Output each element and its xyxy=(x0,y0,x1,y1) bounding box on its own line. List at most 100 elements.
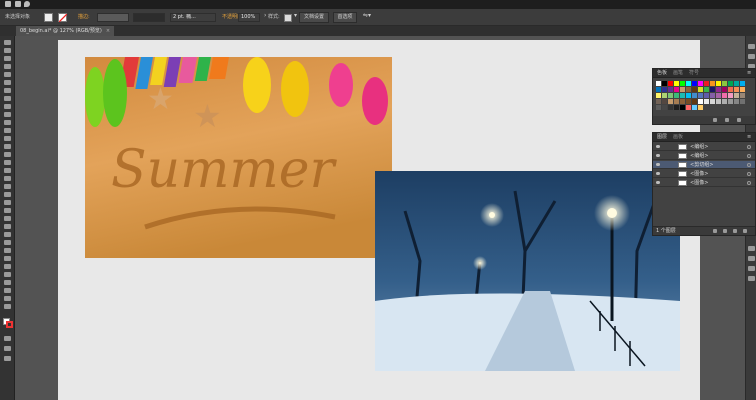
swatch-cell[interactable] xyxy=(710,87,715,92)
swatch-cell[interactable] xyxy=(692,93,697,98)
swatch-cell[interactable] xyxy=(716,93,721,98)
mesh-tool-icon[interactable] xyxy=(4,184,11,189)
swatch-cell[interactable] xyxy=(662,81,667,86)
direct-selection-tool-icon[interactable] xyxy=(4,48,11,53)
swatch-cell[interactable] xyxy=(674,99,679,104)
appearance-panel-icon[interactable] xyxy=(748,246,755,251)
layer-row[interactable]: <编组> xyxy=(653,152,755,160)
swatch-cell[interactable] xyxy=(656,93,661,98)
screen-mode-icon[interactable] xyxy=(4,356,11,361)
panel-menu-icon[interactable]: ≡ xyxy=(747,70,751,77)
preferences-button[interactable]: 首选项 xyxy=(333,12,357,23)
rotate-tool-icon[interactable] xyxy=(4,136,11,141)
eyedropper-tool-icon[interactable] xyxy=(4,200,11,205)
swatch-cell[interactable] xyxy=(680,105,685,110)
panel-menu-icon[interactable]: ≡ xyxy=(747,134,751,141)
swatch-cell[interactable] xyxy=(668,105,673,110)
swatch-cell[interactable] xyxy=(692,81,697,86)
tab-brushes[interactable]: 画笔 xyxy=(673,70,683,77)
swatch-cell[interactable] xyxy=(740,81,745,86)
visibility-eye-icon[interactable] xyxy=(656,154,660,157)
swatch-cell[interactable] xyxy=(680,87,685,92)
hand-tool-icon[interactable] xyxy=(4,248,11,253)
free-transform-tool-icon[interactable] xyxy=(4,160,11,165)
new-swatch-icon[interactable] xyxy=(725,118,729,122)
swatch-cell[interactable] xyxy=(662,105,667,110)
fill-swatch[interactable] xyxy=(44,13,53,22)
swatch-cell[interactable] xyxy=(704,81,709,86)
tab-layers[interactable]: 图层 xyxy=(657,134,667,141)
target-circle-icon[interactable] xyxy=(747,163,751,167)
selection-tool-icon[interactable] xyxy=(4,40,11,45)
swatch-cell[interactable] xyxy=(656,99,661,104)
draw-mode-icon[interactable] xyxy=(4,346,11,351)
swatch-cell[interactable] xyxy=(710,99,715,104)
tab-swatches[interactable]: 色板 xyxy=(657,70,667,77)
swatch-cell[interactable] xyxy=(716,99,721,104)
swatch-cell[interactable] xyxy=(656,87,661,92)
paintbrush-tool-icon[interactable] xyxy=(4,112,11,117)
twirl-tool-icon[interactable] xyxy=(4,304,11,309)
swatch-cell[interactable] xyxy=(656,81,661,86)
shape-builder-tool-icon[interactable] xyxy=(4,168,11,173)
chevron-down-icon[interactable]: ▾ xyxy=(294,12,297,20)
swatch-cell[interactable] xyxy=(668,81,673,86)
opacity-field[interactable]: 100% xyxy=(238,13,260,22)
artboard-tool-icon[interactable] xyxy=(4,232,11,237)
swatch-cell[interactable] xyxy=(728,81,733,86)
swatch-cell[interactable] xyxy=(692,99,697,104)
pencil-tool-icon[interactable] xyxy=(4,120,11,125)
swatch-cell[interactable] xyxy=(686,81,691,86)
target-circle-icon[interactable] xyxy=(747,145,751,149)
swatch-cell[interactable] xyxy=(734,99,739,104)
scissors-tool-icon[interactable] xyxy=(4,280,11,285)
slice-tool-icon[interactable] xyxy=(4,240,11,245)
swatch-cell[interactable] xyxy=(674,93,679,98)
target-circle-icon[interactable] xyxy=(747,172,751,176)
align-panel-icon[interactable] xyxy=(748,266,755,271)
pen-tool-icon[interactable] xyxy=(4,72,11,77)
target-circle-icon[interactable] xyxy=(747,154,751,158)
tab-symbols[interactable]: 符号 xyxy=(689,70,699,77)
swatch-cell[interactable] xyxy=(740,99,745,104)
transform-panel-icon[interactable] xyxy=(748,276,755,281)
line-tool-icon[interactable] xyxy=(4,96,11,101)
swatch-cell[interactable] xyxy=(692,87,697,92)
swatch-cell[interactable] xyxy=(722,81,727,86)
swatch-cell[interactable] xyxy=(674,81,679,86)
lasso-tool-icon[interactable] xyxy=(4,64,11,69)
stroke-weight-field[interactable] xyxy=(97,13,129,22)
arrange-icon[interactable]: ⇋▾ xyxy=(363,12,371,20)
visibility-eye-icon[interactable] xyxy=(656,172,660,175)
swatch-cell[interactable] xyxy=(734,93,739,98)
swatch-cell[interactable] xyxy=(728,99,733,104)
swatch-cell[interactable] xyxy=(698,87,703,92)
variable-width-field[interactable] xyxy=(133,13,165,22)
swatch-cell[interactable] xyxy=(680,93,685,98)
swatch-cell[interactable] xyxy=(674,87,679,92)
location-pin-icon[interactable] xyxy=(24,1,30,7)
swatch-cell[interactable] xyxy=(710,93,715,98)
swatch-cell[interactable] xyxy=(668,87,673,92)
swatch-cell[interactable] xyxy=(716,87,721,92)
swatch-cell[interactable] xyxy=(662,93,667,98)
document-setup-button[interactable]: 文档设置 xyxy=(299,12,329,23)
blend-tool-icon[interactable] xyxy=(4,208,11,213)
warp-tool-icon[interactable] xyxy=(4,296,11,301)
swatch-cell[interactable] xyxy=(722,99,727,104)
layer-row[interactable]: <编组> xyxy=(653,143,755,151)
eraser-tool-icon[interactable] xyxy=(4,128,11,133)
swatch-cell[interactable] xyxy=(716,81,721,86)
swatch-cell[interactable] xyxy=(686,105,691,110)
swatch-cell[interactable] xyxy=(734,81,739,86)
swatch-cell[interactable] xyxy=(740,87,745,92)
width-tool-icon[interactable] xyxy=(4,152,11,157)
document-tab[interactable]: 08_begin.ai* @ 127% (RGB/预览) × xyxy=(16,26,115,36)
scale-tool-icon[interactable] xyxy=(4,144,11,149)
swatch-cell[interactable] xyxy=(728,87,733,92)
swatch-cell[interactable] xyxy=(698,99,703,104)
folder-icon[interactable] xyxy=(5,1,11,7)
close-icon[interactable]: × xyxy=(106,28,110,34)
brush-definition-field[interactable]: 2 pt. 椭... xyxy=(170,13,216,22)
visibility-eye-icon[interactable] xyxy=(656,145,660,148)
